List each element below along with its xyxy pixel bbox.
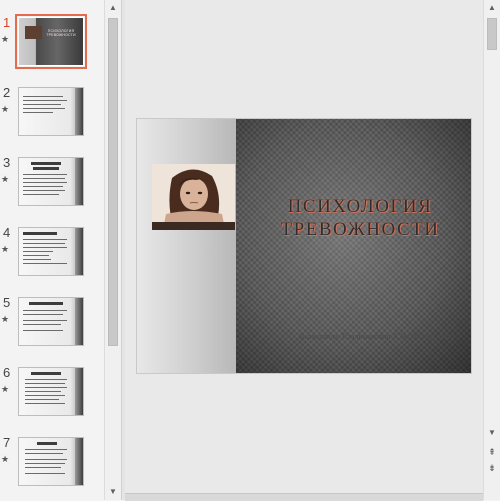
thumbnail-heading (37, 442, 57, 445)
slide-number: 7 (3, 435, 11, 450)
thumbnail-text-line (23, 182, 67, 183)
slide-thumbnail-1[interactable]: ПСИХОЛОГИЯ ТРЕВОЖНОСТИ (15, 14, 87, 69)
scroll-down-arrow-icon[interactable]: ▼ (105, 484, 121, 500)
thumbnail-text-line (23, 178, 65, 179)
thumbnail-photo (25, 26, 42, 39)
previous-slide-icon[interactable]: ⇞ (486, 446, 498, 458)
scroll-up-arrow-icon[interactable]: ▲ (105, 0, 121, 16)
thumbnail-text-line (25, 467, 61, 468)
girl-photo-image[interactable] (152, 164, 235, 230)
thumbnail-side-bar (75, 228, 83, 275)
thumbnail-text-line (25, 463, 65, 464)
thumbnail-text-line (23, 324, 61, 325)
animation-star-icon: ★ (1, 384, 10, 394)
thumbnail-text-line (23, 247, 67, 248)
thumbnail-row-3[interactable]: 3 ★ (0, 155, 104, 215)
animation-star-icon: ★ (1, 174, 10, 184)
thumbnail-row-5[interactable]: 5 ★ (0, 295, 104, 355)
thumbnail-row-4[interactable]: 4 ★ (0, 225, 104, 285)
animation-star-icon: ★ (1, 454, 10, 464)
thumbnail-text-line (23, 259, 51, 260)
thumbnail-text-line (23, 263, 67, 264)
thumbnail-heading (23, 232, 57, 235)
thumbnail-text-line (23, 112, 53, 113)
slide-thumbnail-6[interactable] (18, 367, 84, 416)
thumbnail-title: ПСИХОЛОГИЯ ТРЕВОЖНОСТИ (46, 29, 76, 37)
thumbnail-text-line (25, 399, 59, 400)
thumbnail-text-line (25, 453, 63, 454)
scrollbar-thumb[interactable] (108, 18, 118, 346)
thumbnail-text-line (23, 243, 65, 244)
thumbnail-text-line (25, 459, 67, 460)
thumbnail-text-line (23, 174, 67, 175)
thumbnail-text-line (25, 473, 65, 474)
thumbnail-side-bar (75, 438, 83, 485)
slide-number: 2 (3, 85, 11, 100)
thumbnail-text-line (25, 449, 67, 450)
slide-title[interactable]: ПСИХОЛОГИЯ ТРЕВОЖНОСТИ (255, 195, 465, 241)
thumbnail-side-bar (75, 298, 83, 345)
thumbnail-text-line (25, 387, 67, 388)
slide-canvas[interactable]: ПСИХОЛОГИЯ ТРЕВОЖНОСТИ Выполнила: Стальм… (137, 119, 471, 373)
animation-star-icon: ★ (1, 34, 10, 44)
thumbnail-text-line (23, 239, 67, 240)
thumbnail-text-line (23, 251, 53, 252)
slide-thumbnail-3[interactable] (18, 157, 84, 206)
editor-scrollbar[interactable]: ▲ ▼ ⇞ ⇟ (483, 0, 500, 500)
slide-number: 5 (3, 295, 11, 310)
thumbnail-heading (33, 167, 59, 170)
thumbnail-text-line (23, 330, 63, 331)
thumbnail-text-line (23, 320, 67, 321)
thumbnail-text-line (23, 100, 67, 101)
animation-star-icon: ★ (1, 244, 10, 254)
slide-number: 1 (3, 15, 11, 30)
scrollbar-thumb[interactable] (487, 18, 497, 50)
thumbnail-text-line (25, 395, 65, 396)
photo-illustration (152, 164, 235, 230)
scroll-down-arrow-icon[interactable]: ▼ (484, 425, 500, 441)
slide-number: 3 (3, 155, 11, 170)
thumbnail-text-line (23, 190, 65, 191)
thumbnail-text-line (23, 96, 63, 97)
slide-number: 6 (3, 365, 11, 380)
thumbnail-text-line (25, 403, 65, 404)
thumbnail-heading (31, 162, 61, 165)
thumbnail-row-7[interactable]: 7 ★ (0, 435, 104, 495)
thumbnail-heading (29, 302, 63, 305)
thumbnail-row-2[interactable]: 2 ★ (0, 85, 104, 145)
thumbnail-heading (31, 372, 61, 375)
thumbnail-text-line (25, 379, 67, 380)
thumbnail-text-line (23, 194, 59, 195)
thumbnail-side-bar (75, 88, 83, 135)
thumbnail-text-line (25, 391, 61, 392)
next-slide-icon[interactable]: ⇟ (486, 462, 498, 474)
slide-subtitle[interactable]: Выполнила: Стальмакович А.Н.505 гр., зао… (299, 332, 471, 341)
thumbnail-text-line (23, 314, 63, 315)
slide-thumbnail-2[interactable] (18, 87, 84, 136)
thumbnail-text-line (23, 104, 61, 105)
thumbnail-text-line (23, 186, 63, 187)
slide-number: 4 (3, 225, 11, 240)
thumbnail-text-line (25, 383, 65, 384)
slide-thumbnail-pane: 1 ★ ПСИХОЛОГИЯ ТРЕВОЖНОСТИ 2 ★ 3 ★ 4 ★ 5… (0, 0, 104, 500)
scroll-up-arrow-icon[interactable]: ▲ (484, 0, 500, 16)
slide-left-panel (137, 119, 236, 373)
animation-star-icon: ★ (1, 314, 10, 324)
slide-thumbnail-5[interactable] (18, 297, 84, 346)
slide-thumbnail-7[interactable] (18, 437, 84, 486)
slide-thumbnail-4[interactable] (18, 227, 84, 276)
thumbnail-text-line (23, 255, 49, 256)
thumbnail-side-bar (75, 368, 83, 415)
thumbnail-row-6[interactable]: 6 ★ (0, 365, 104, 425)
thumbnail-preview: ПСИХОЛОГИЯ ТРЕВОЖНОСТИ (19, 18, 83, 65)
thumbnail-scrollbar[interactable]: ▲ ▼ (104, 0, 122, 500)
thumbnail-text-line (23, 310, 67, 311)
thumbnail-row-1[interactable]: 1 ★ ПСИХОЛОГИЯ ТРЕВОЖНОСТИ (0, 14, 104, 75)
animation-star-icon: ★ (1, 104, 10, 114)
thumbnail-side-bar (75, 158, 83, 205)
thumbnail-text-line (23, 108, 65, 109)
